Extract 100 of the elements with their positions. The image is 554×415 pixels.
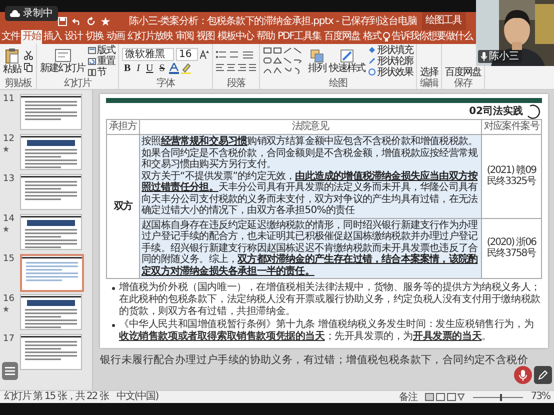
menu-icon [5, 367, 15, 375]
slide-number: 14 [3, 214, 14, 224]
bullet-dot [112, 324, 115, 327]
column-header: 法院意见 [139, 120, 482, 134]
pencil-icon [368, 57, 376, 65]
subtitle-caption: 银行未履行配合办理过户手续的协助义务，有过错；增值税包税条款下，合同约定不含税价 [100, 353, 528, 367]
table-cell: 双方 [106, 134, 140, 278]
reset-button[interactable]: 重置 [88, 56, 115, 66]
arrange-button[interactable]: 排列 [308, 48, 326, 74]
opinion-text: 按照经营常规和交易习惯购销双方结算金额中应包含不含税价款和增值税税款。如果合同约定是不含税价款，合同金额则是不含税金额，增值税款应按经营常规和交易习惯由购买方另行支付。 [142, 136, 479, 170]
shape-fill-button[interactable]: 形状填充 [368, 44, 413, 56]
undo-icon [72, 16, 82, 26]
section-button[interactable]: 节 [88, 66, 115, 78]
column-header: 对应案件案号 [481, 120, 542, 134]
ribbon-tab[interactable]: 切换 [84, 30, 105, 44]
list-icons [216, 50, 256, 60]
font-style-button[interactable]: U [144, 62, 156, 74]
ribbon-tab[interactable]: 设计 [63, 30, 84, 44]
group-label: 保存 [453, 78, 474, 89]
pen-button[interactable] [534, 366, 552, 384]
ribbon-tab[interactable]: 文件 [0, 30, 21, 44]
slide-thumbnail[interactable] [20, 94, 82, 130]
window-title: 陈小三-类案分析：包税条款下的滞纳金承担.pptx - 已保存到这台电脑 [129, 14, 417, 28]
zoom-reading: 73% [530, 391, 550, 403]
bullet-text: 增值税为价外税（国内唯一），在增值税相关法律法规中，货物、服务等的提供方为纳税义务人；在此税种的包税条款下，法定纳税人没有开票或履行协助义务，约定负税人没有支付用于缴纳税款的货款，则双方各有过错，共担滞纳金。 [119, 282, 542, 318]
opinion-text: 双方关于“不提供发票”的约定无效，由此造成的增值税滞纳金损失应当由双方按照过错责任分担。天丰分公司具有开具发票的法定义务而未开具，华隆公司具有向天丰分公司支付税款的义务而未支付，双方对争议的产生均具有过错，在无法确定过错大小的情况下，由双方各承担50%的责任 [142, 170, 479, 216]
table-cell: (2021) 赣09民终3325号 [481, 134, 542, 218]
microphone-icon [519, 370, 527, 380]
font-style-button[interactable]: I [134, 62, 142, 74]
shape-outline-button[interactable]: 形状轮廓 [368, 56, 413, 66]
grow-font-icon [200, 50, 209, 58]
slide-thumbnail[interactable] [20, 214, 82, 250]
ribbon-tab[interactable]: 动画 [105, 30, 126, 44]
layout-icon [88, 46, 96, 54]
language-label: 中文(中国) [116, 391, 158, 403]
ribbon-tab[interactable]: 格式 [361, 30, 382, 44]
microphone-icon [481, 52, 487, 61]
ribbon-tab[interactable]: PDF工具集 [276, 30, 322, 44]
ribbon-tab[interactable]: 插入 [42, 30, 63, 44]
font-style-button[interactable]: S [157, 62, 167, 74]
slide-number: 13 [3, 174, 14, 184]
slide-thumbnail[interactable] [20, 294, 82, 330]
group-label: 剪贴板 [4, 78, 33, 89]
group-label: 段落 [226, 78, 246, 89]
align-icons [216, 62, 256, 72]
slide-number: 15 [3, 254, 14, 264]
copy-icon [24, 62, 33, 72]
redo-icon [87, 16, 96, 26]
ribbon-tab[interactable]: 帮助 [255, 30, 276, 44]
arrange-icon [310, 48, 324, 62]
slide-thumbnail[interactable] [20, 174, 82, 210]
lightbulb-icon [383, 32, 390, 42]
quick-styles-button[interactable]: 快速样式 [329, 48, 365, 74]
shape-effects-button[interactable]: 形状效果 [368, 66, 413, 78]
slide-thumbnail[interactable] [20, 334, 82, 370]
highlighter-icon [180, 63, 191, 74]
paste-button[interactable]: 粘贴 [3, 48, 21, 74]
slide-icon [54, 48, 70, 62]
group-label: 幻灯片 [63, 78, 92, 89]
zoom-slider-thumb[interactable] [500, 394, 502, 400]
group-label: 字体 [156, 78, 176, 89]
slide-counter: 幻灯片 第 15 张，共 22 张 [4, 391, 108, 403]
menu-button[interactable] [2, 362, 18, 380]
baidu-disk-button[interactable]: 百度网盘 [445, 67, 481, 78]
font-size-field[interactable]: 16 [176, 48, 198, 60]
slide-number: 11 [3, 94, 14, 104]
opinion-text: 赵国栋自身存在违反约定延迟缴纳税款的情形，同时绍兴银行新建支行作为办理过户登记手续的配合方，也未证明其已积极催促赵国栋缴纳税款并办理过户登记手续。绍兴银行新建支行称因赵国栋迟迟不肯缴纳税款而未开具发票也违反了合同的附随义务。综上，双方都对滞纳金的产生存在过错，结合本案案情，该院酌定双方对滞纳金损失各承担一半的责任。 [142, 220, 479, 277]
ribbon-tab[interactable]: 审阅 [174, 30, 195, 44]
paint-bucket-icon [368, 46, 376, 54]
slide-title: 02司法实践 [469, 104, 523, 118]
group-label: 绘图 [328, 78, 348, 89]
bullet-dot [112, 287, 115, 290]
ribbon-tab[interactable]: 幻灯片放映 [126, 30, 174, 44]
slide-thumbnail[interactable] [20, 254, 84, 292]
font-color-icon [168, 63, 179, 74]
scissors-icon [24, 50, 33, 60]
column-header: 承担方 [106, 120, 140, 134]
cloud-icon [10, 10, 20, 17]
slide-thumbnail[interactable] [20, 134, 82, 170]
ribbon-tab[interactable]: 百度网盘 [322, 30, 362, 44]
slide-number: 12 [3, 134, 14, 144]
clipboard-icon [5, 48, 19, 64]
bullet-text: 《中华人民共和国增值税暂行条例》第十九条 增值税纳税义务发生时间：发生应税销售行为，为收讫销售款项或者取得索取销售款项凭据的当天；先开具发票的，为开具发票的当天。 [119, 319, 535, 343]
quick-styles-icon [340, 48, 354, 62]
microphone-button[interactable] [514, 366, 532, 384]
layout-button[interactable]: 版式 [88, 44, 115, 56]
group-label: 编辑 [420, 78, 438, 89]
ribbon-tab[interactable]: 模板中心 [216, 30, 255, 44]
new-slide-button[interactable]: 新建幻灯片 [40, 48, 85, 74]
ribbon-tab[interactable]: 开始 [21, 30, 42, 44]
name-label: 陈小三 [478, 50, 522, 63]
font-family-field[interactable]: 微软雅黑 [122, 48, 174, 60]
tell-me-field[interactable]: 告诉我你想要做什么 [383, 30, 472, 44]
ribbon-tab[interactable]: 视图 [195, 30, 216, 44]
font-style-button[interactable]: B [122, 62, 133, 74]
context-tab-label: 绘图工具 [422, 12, 466, 30]
notes-button[interactable]: 备注 [398, 392, 417, 402]
select-button[interactable]: 选择 [420, 67, 438, 78]
section-icon [88, 68, 96, 76]
slide-number: 16 [3, 294, 14, 304]
